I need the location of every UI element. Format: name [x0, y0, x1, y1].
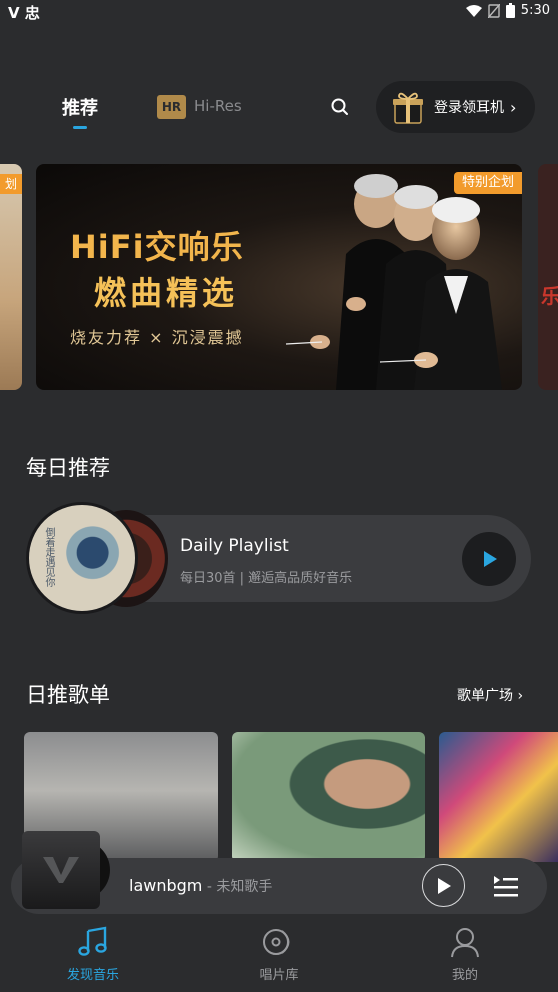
user-icon [451, 928, 479, 958]
tab-recommend[interactable]: 推荐 [62, 94, 98, 120]
tab-hires[interactable]: Hi-Res [194, 97, 242, 115]
daily-play-button[interactable] [462, 532, 516, 586]
now-playing-artist: - 未知歌手 [202, 879, 273, 895]
gift-icon [393, 92, 423, 124]
banner-title-line1: HiFi交响乐 [70, 228, 244, 266]
hires-badge-icon[interactable]: HR [157, 95, 186, 119]
now-playing-title: lawnbgm - 未知歌手 [129, 876, 272, 896]
no-sim-icon [487, 3, 500, 18]
banner-prev-tag: 划 [0, 174, 22, 194]
nav-discover-label: 发现音乐 [66, 968, 119, 983]
daily-section-title: 每日推荐 [26, 456, 110, 480]
gift-label: 登录领耳机 [434, 100, 504, 116]
playlist-square-link[interactable]: 歌单广场 › [457, 685, 523, 705]
daily-playlist-name: Daily Playlist [180, 536, 289, 556]
search-icon[interactable] [329, 96, 351, 118]
status-time: 5:30 [520, 3, 550, 18]
playlist-card[interactable] [232, 732, 425, 862]
banner-prev-peek[interactable]: 划 [0, 164, 22, 390]
daily-playlist-desc: 每日30首 | 邂逅高品质好音乐 [180, 571, 353, 586]
app-logo-icon [43, 857, 79, 883]
nav-discover-music[interactable]: 发现音乐 [43, 926, 143, 983]
mini-play-button[interactable] [422, 864, 465, 907]
banner-next-peek[interactable]: 乐 [538, 164, 558, 390]
now-playing-song: lawnbgm [129, 876, 203, 895]
nav-mine[interactable]: 我的 [415, 926, 515, 983]
conductors-image [285, 174, 502, 390]
banner-hifi-symphony[interactable]: 特别企划 HiFi交响乐 燃曲精选 烧友力荐 × 沉浸震撼 [36, 164, 522, 390]
login-gift-button[interactable]: 登录领耳机 › [376, 81, 535, 133]
playlist-card[interactable] [439, 732, 558, 862]
bottom-nav: 发现音乐 唱片库 我的 [0, 920, 558, 992]
now-playing-cover[interactable] [22, 831, 100, 909]
nav-mine-label: 我的 [451, 968, 478, 983]
play-icon [437, 877, 451, 894]
music-note-icon [78, 926, 107, 956]
status-bar: V 忠 5:30 [0, 0, 558, 24]
status-icons: 5:30 [465, 3, 550, 18]
play-icon [484, 551, 497, 567]
chevron-right-icon: › [510, 97, 517, 117]
banner-subtitle: 烧友力荐 × 沉浸震撼 [70, 328, 244, 347]
nav-record-library[interactable]: 唱片库 [229, 926, 329, 983]
banner-next-char: 乐 [541, 284, 558, 308]
top-nav: 推荐 HR Hi-Res 登录领耳机 › [0, 80, 558, 136]
playlist-queue-icon[interactable] [492, 872, 520, 900]
tab-active-indicator [73, 126, 87, 129]
daily-cover-text: 倒着走遇见你 [43, 527, 54, 587]
wifi-icon [465, 4, 482, 17]
nav-library-label: 唱片库 [259, 968, 299, 983]
status-app-glyphs: V 忠 [8, 4, 40, 22]
playlists-section-title: 日推歌单 [26, 683, 110, 707]
battery-icon [505, 3, 515, 18]
banner-tag: 特别企划 [453, 172, 522, 194]
record-icon [263, 929, 290, 955]
daily-cover-image[interactable]: 倒着走遇见你 [26, 502, 138, 614]
banner-title-line2: 燃曲精选 [94, 274, 239, 312]
